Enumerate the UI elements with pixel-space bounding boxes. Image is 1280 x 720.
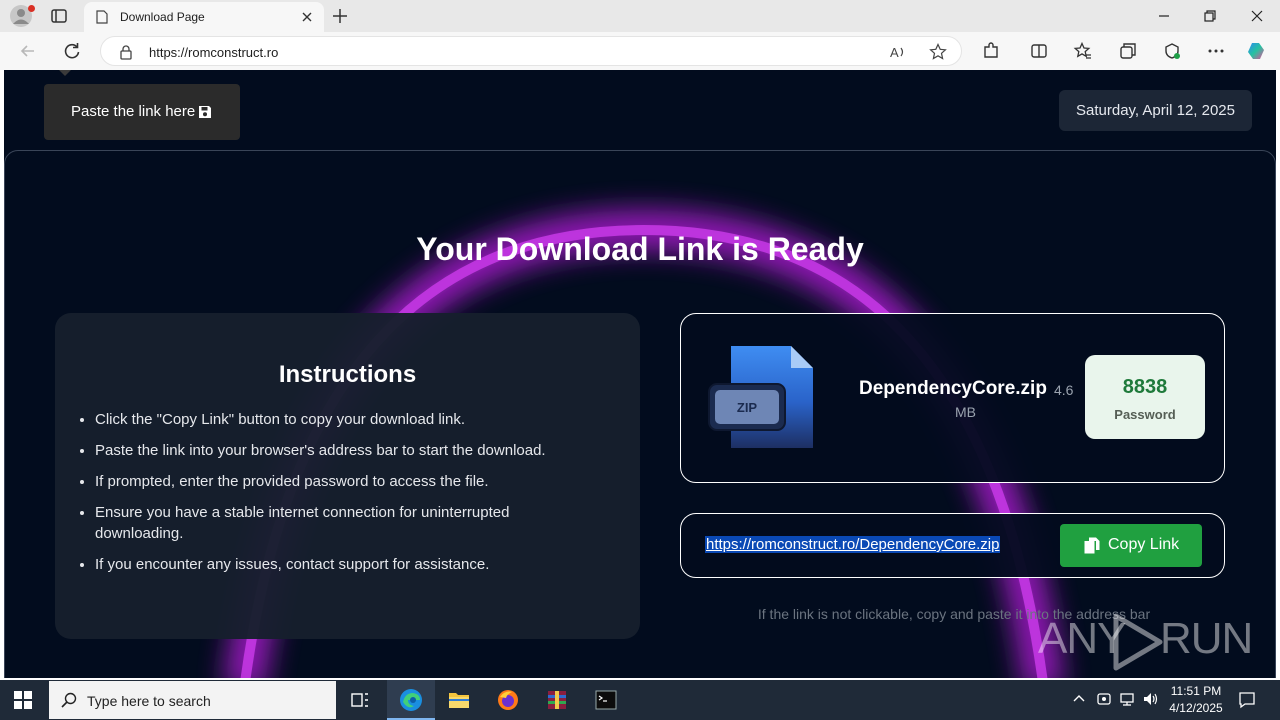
notifications-icon[interactable]: [1238, 691, 1256, 709]
clock-date: 4/12/2025: [1169, 701, 1223, 715]
meet-now-icon[interactable]: [1096, 691, 1112, 707]
tooltip-caret: [59, 70, 71, 76]
minimize-icon[interactable]: [1154, 6, 1174, 26]
tab-title: Download Page: [120, 10, 205, 24]
instructions-title: Instructions: [278, 361, 417, 388]
instructions-list: Click the "Copy Link" button to copy you…: [95, 409, 595, 585]
file-explorer-button[interactable]: [435, 680, 483, 720]
file-info-card: ZIP DependencyCore.zip 4.6 MB 8838 Passw…: [680, 313, 1225, 483]
password-box: 8838 Password: [1085, 355, 1205, 439]
terminal-icon: [595, 690, 617, 710]
volume-icon[interactable]: [1142, 691, 1158, 707]
address-url[interactable]: https://romconstruct.ro: [149, 45, 278, 60]
svg-text:A: A: [890, 45, 899, 60]
web-page: Paste the link here Saturday, April 12, …: [4, 70, 1276, 678]
anyrun-watermark: ANY RUN: [1038, 610, 1253, 674]
list-item: Paste the link into your browser's addre…: [95, 440, 595, 461]
paste-link-button[interactable]: Paste the link here: [44, 84, 240, 140]
folder-icon: [449, 693, 469, 708]
new-tab-icon[interactable]: [330, 6, 350, 26]
terminal-button[interactable]: [582, 680, 630, 720]
extensions-icon[interactable]: [981, 41, 1001, 61]
restore-icon[interactable]: [1200, 6, 1220, 26]
lock-icon[interactable]: [119, 44, 133, 60]
refresh-icon[interactable]: [62, 41, 82, 61]
firefox-button[interactable]: [484, 680, 532, 720]
page-title: Your Download Link is Ready: [416, 231, 864, 267]
read-aloud-icon[interactable]: A: [889, 43, 907, 61]
list-item: If you encounter any issues, contact sup…: [95, 554, 595, 575]
browser-tab[interactable]: Download Page: [84, 2, 324, 32]
address-bar[interactable]: https://romconstruct.ro A: [100, 36, 962, 66]
tab-actions-icon[interactable]: [50, 7, 68, 25]
copy-link-button[interactable]: Copy Link: [1060, 524, 1202, 567]
clock-time: 11:51 PM: [1170, 684, 1222, 698]
browser-essentials-icon[interactable]: [1162, 41, 1182, 61]
list-item: Ensure you have a stable internet connec…: [95, 502, 595, 544]
play-logo-icon: [1113, 613, 1163, 671]
close-tab-icon[interactable]: [298, 8, 316, 26]
firefox-icon: [498, 690, 518, 710]
copy-icon: [1084, 537, 1100, 554]
task-view-button[interactable]: [336, 680, 384, 720]
paste-link-label: Paste the link here: [71, 103, 196, 120]
show-hidden-icons-icon[interactable]: [1071, 691, 1087, 707]
taskbar-search-box[interactable]: Type here to search: [49, 681, 336, 719]
search-icon: [61, 692, 77, 708]
zip-file-icon: ZIP: [708, 346, 813, 448]
tab-bar: Download Page: [0, 0, 1280, 32]
favorites-icon[interactable]: [1073, 41, 1093, 61]
more-menu-icon[interactable]: [1206, 41, 1226, 61]
collections-icon[interactable]: [1118, 41, 1138, 61]
page-icon: [96, 10, 108, 24]
task-view-icon: [351, 693, 368, 707]
instructions-panel: Instructions Click the "Copy Link" butto…: [55, 313, 640, 639]
current-date: Saturday, April 12, 2025: [1059, 90, 1252, 131]
file-name: DependencyCore.zip: [859, 378, 1047, 399]
split-screen-icon[interactable]: [1029, 41, 1049, 61]
search-placeholder: Type here to search: [87, 693, 211, 709]
back-icon[interactable]: [18, 41, 38, 61]
navigation-bar: https://romconstruct.ro A: [0, 32, 1280, 70]
close-window-icon[interactable]: [1247, 6, 1267, 26]
save-icon: [199, 106, 211, 118]
password-value: 8838: [1122, 376, 1168, 398]
list-item: Click the "Copy Link" button to copy you…: [95, 409, 595, 430]
network-icon[interactable]: [1119, 691, 1135, 707]
download-link[interactable]: https://romconstruct.ro/DependencyCore.z…: [705, 536, 1001, 553]
edge-taskbar-button[interactable]: [387, 680, 435, 720]
watermark-right-text: RUN: [1160, 614, 1253, 663]
taskbar: Type here to search 11:51 PM 4/12/2025: [0, 680, 1280, 720]
file-size-unit: MB: [955, 404, 976, 420]
file-size-value: 4.6: [1054, 382, 1074, 398]
system-clock[interactable]: 11:51 PM 4/12/2025: [1164, 683, 1228, 717]
windows-start-icon[interactable]: [14, 691, 32, 709]
download-link-card: https://romconstruct.ro/DependencyCore.z…: [680, 513, 1225, 578]
winrar-icon: [548, 691, 566, 709]
favorite-star-icon[interactable]: [929, 43, 947, 61]
edge-icon: [400, 689, 422, 711]
zip-icon-label: ZIP: [737, 400, 758, 415]
copilot-icon[interactable]: [1246, 41, 1266, 61]
winrar-button[interactable]: [533, 680, 581, 720]
password-label: Password: [1114, 407, 1176, 422]
list-item: If prompted, enter the provided password…: [95, 471, 595, 492]
copy-link-label: Copy Link: [1108, 536, 1180, 553]
profile-notification-dot: [28, 5, 35, 12]
